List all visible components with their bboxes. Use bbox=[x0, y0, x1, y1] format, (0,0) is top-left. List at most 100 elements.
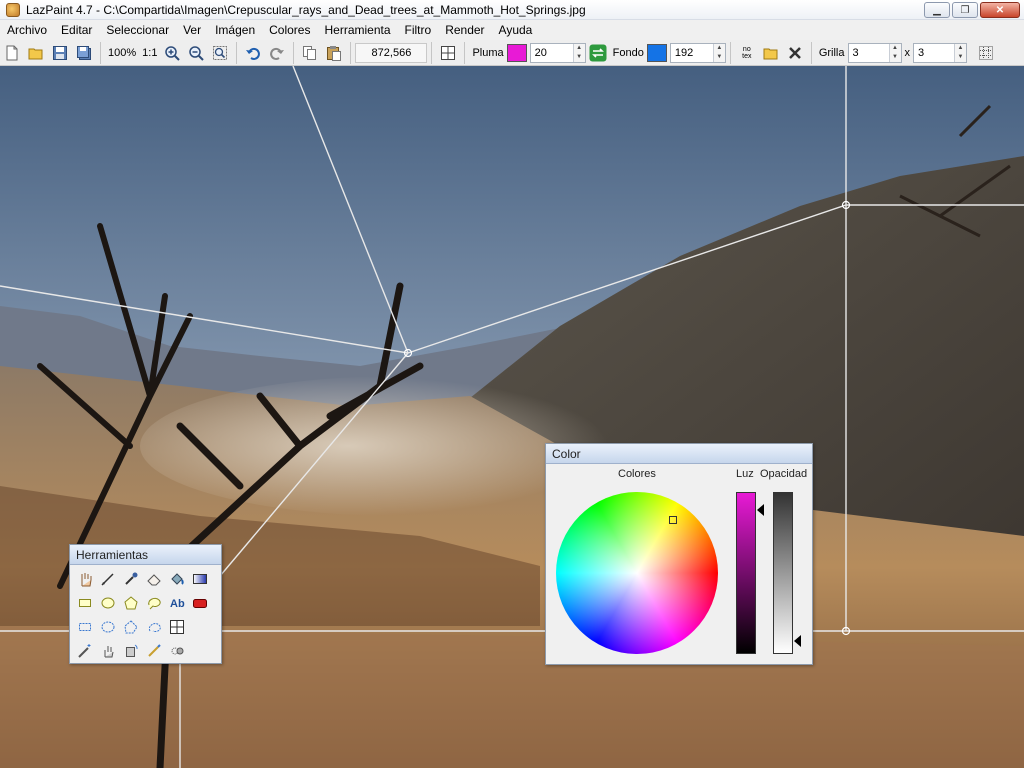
main-toolbar: 100% 1:1 872,566 Pluma 20 ▲ ▼ Fondo 192 ▲… bbox=[0, 40, 1024, 66]
close-button[interactable]: ✕ bbox=[980, 2, 1020, 18]
lasso-shape-icon[interactable] bbox=[143, 592, 165, 614]
back-alpha-spinner[interactable]: 192 ▲ ▼ bbox=[669, 42, 726, 63]
pen-color-swatch[interactable] bbox=[506, 43, 527, 62]
rounded-rect-icon[interactable] bbox=[189, 592, 211, 614]
cursor-coordinates: 872,566 bbox=[355, 42, 428, 63]
ellipse-icon[interactable] bbox=[97, 592, 119, 614]
pen-width-spinner[interactable]: 20 ▲ ▼ bbox=[529, 42, 586, 63]
tools-grid: Ab bbox=[70, 565, 221, 664]
menu-bar: Archivo Editar Seleccionar Ver Imágen Co… bbox=[0, 20, 1024, 40]
spin-down-icon[interactable]: ▼ bbox=[713, 52, 725, 62]
spin-up-icon[interactable]: ▲ bbox=[713, 43, 725, 53]
rotate-selection-icon[interactable] bbox=[120, 640, 142, 662]
open-folder-icon[interactable] bbox=[25, 42, 47, 64]
minimize-button[interactable]: ▁ bbox=[924, 2, 950, 18]
spin-down-icon[interactable]: ▼ bbox=[889, 52, 901, 62]
no-texture-icon[interactable]: no tex bbox=[736, 42, 758, 64]
paste-icon[interactable] bbox=[323, 42, 345, 64]
tools-panel-title[interactable]: Herramientas bbox=[70, 545, 221, 565]
spin-up-icon[interactable]: ▲ bbox=[955, 43, 966, 53]
toolbar-separator bbox=[293, 41, 295, 64]
menu-editar[interactable]: Editar bbox=[54, 20, 99, 40]
color-panel-title[interactable]: Color bbox=[546, 444, 812, 464]
color-wheel-cursor[interactable] bbox=[669, 516, 677, 524]
clone-icon[interactable] bbox=[166, 640, 188, 662]
load-texture-folder-icon[interactable] bbox=[760, 42, 782, 64]
clear-texture-icon[interactable] bbox=[784, 42, 806, 64]
deform-grid-icon[interactable] bbox=[166, 616, 188, 638]
menu-imagen[interactable]: Imágen bbox=[208, 20, 262, 40]
colors-label: Colores bbox=[618, 468, 656, 480]
toolbar-separator bbox=[464, 41, 466, 64]
select-lasso-icon[interactable] bbox=[143, 616, 165, 638]
select-pen-icon[interactable] bbox=[143, 640, 165, 662]
grid-columns-spinner[interactable]: 3 ▲ ▼ bbox=[847, 42, 902, 63]
select-poly-icon[interactable] bbox=[120, 616, 142, 638]
spin-down-icon[interactable]: ▼ bbox=[573, 52, 585, 62]
window-title: LazPaint 4.7 - C:\Compartida\Imagen\Crep… bbox=[26, 2, 586, 17]
new-file-icon[interactable] bbox=[1, 42, 23, 64]
opacity-slider[interactable] bbox=[773, 492, 793, 654]
text-icon[interactable]: Ab bbox=[166, 592, 188, 614]
zoom-level[interactable]: 100% bbox=[105, 47, 139, 59]
select-ellipse-icon[interactable] bbox=[97, 616, 119, 638]
gradient-icon[interactable] bbox=[189, 568, 211, 590]
copy-icon[interactable] bbox=[299, 42, 321, 64]
empty-slot bbox=[189, 616, 211, 638]
lightness-slider-handle[interactable] bbox=[757, 504, 764, 516]
grid-columns-value[interactable]: 3 bbox=[849, 47, 889, 59]
pen-width-value[interactable]: 20 bbox=[531, 47, 573, 59]
hand-icon[interactable] bbox=[74, 568, 96, 590]
opacity-label: Opacidad bbox=[760, 468, 808, 480]
eraser-icon[interactable] bbox=[143, 568, 165, 590]
no-texture-label: no tex bbox=[742, 45, 752, 60]
toolbar-separator bbox=[810, 41, 812, 64]
color-picker-icon[interactable] bbox=[120, 568, 142, 590]
lightness-slider[interactable] bbox=[736, 492, 756, 654]
redo-icon[interactable] bbox=[266, 42, 288, 64]
pen-color-label: Pluma bbox=[472, 46, 504, 59]
menu-ayuda[interactable]: Ayuda bbox=[492, 20, 540, 40]
zoom-fit-icon[interactable] bbox=[209, 42, 231, 64]
menu-ver[interactable]: Ver bbox=[176, 20, 208, 40]
spin-up-icon[interactable]: ▲ bbox=[889, 43, 901, 53]
save-icon[interactable] bbox=[49, 42, 71, 64]
back-color-swatch[interactable] bbox=[646, 43, 667, 62]
lazpaint-app-icon bbox=[6, 2, 20, 17]
menu-archivo[interactable]: Archivo bbox=[0, 20, 54, 40]
zoom-in-icon[interactable] bbox=[161, 42, 183, 64]
maximize-button[interactable]: ❐ bbox=[952, 2, 978, 18]
pen-icon[interactable] bbox=[97, 568, 119, 590]
color-wheel[interactable] bbox=[556, 492, 718, 654]
magic-wand-icon[interactable] bbox=[74, 640, 96, 662]
grid-rows-spinner[interactable]: 3 ▲ ▼ bbox=[913, 42, 967, 63]
select-rect-icon[interactable] bbox=[74, 616, 96, 638]
grid-times-label: x bbox=[904, 46, 911, 59]
rectangle-icon[interactable] bbox=[74, 592, 96, 614]
menu-filtro[interactable]: Filtro bbox=[398, 20, 439, 40]
zoom-out-icon[interactable] bbox=[185, 42, 207, 64]
move-selection-icon[interactable] bbox=[97, 640, 119, 662]
svg-text:Ab: Ab bbox=[170, 598, 185, 610]
polygon-icon[interactable] bbox=[120, 592, 142, 614]
grid-rows-value[interactable]: 3 bbox=[914, 47, 954, 59]
zoom-actual-size-button[interactable]: 1:1 bbox=[139, 47, 160, 59]
toolbar-separator bbox=[236, 41, 238, 64]
menu-colores[interactable]: Colores bbox=[262, 20, 317, 40]
spin-down-icon[interactable]: ▼ bbox=[955, 52, 966, 62]
menu-seleccionar[interactable]: Seleccionar bbox=[99, 20, 176, 40]
back-alpha-value[interactable]: 192 bbox=[671, 47, 713, 59]
deform-grid-toggle-icon[interactable] bbox=[437, 42, 459, 64]
color-panel: Color Colores Luz Opacidad bbox=[545, 443, 813, 665]
opacity-slider-handle[interactable] bbox=[794, 635, 801, 647]
menu-render[interactable]: Render bbox=[438, 20, 491, 40]
color-panel-body: Colores Luz Opacidad bbox=[546, 464, 812, 665]
grid-options-icon[interactable] bbox=[975, 42, 997, 64]
spin-up-icon[interactable]: ▲ bbox=[573, 43, 585, 53]
undo-icon[interactable] bbox=[242, 42, 264, 64]
fill-bucket-icon[interactable] bbox=[166, 568, 188, 590]
swap-colors-icon[interactable] bbox=[587, 42, 609, 64]
save-as-icon[interactable] bbox=[73, 42, 95, 64]
toolbar-separator bbox=[729, 41, 731, 64]
menu-herramienta[interactable]: Herramienta bbox=[317, 20, 397, 40]
